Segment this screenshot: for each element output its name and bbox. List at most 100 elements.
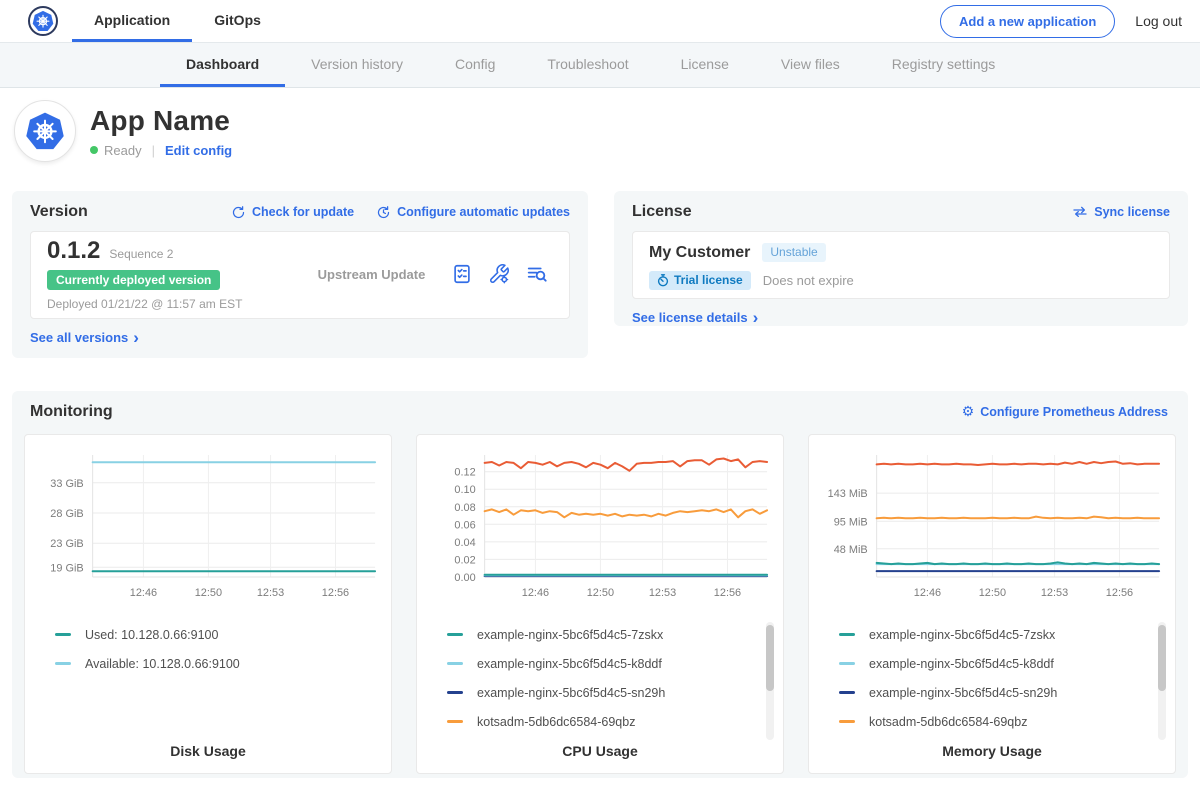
add-application-button[interactable]: Add a new application [940, 5, 1115, 38]
svg-text:28 GiB: 28 GiB [50, 508, 83, 520]
refresh-icon [231, 205, 246, 220]
legend-scrollbar-thumb[interactable] [766, 625, 774, 691]
sync-icon [1072, 205, 1088, 219]
legend-scrollbar-thumb[interactable] [1158, 625, 1166, 691]
svg-text:12:46: 12:46 [914, 587, 941, 599]
legend-series-swatch [55, 633, 71, 636]
legend-item[interactable]: example-nginx-5bc6f5d4c5-7zskx [447, 626, 783, 643]
legend-series-swatch [447, 662, 463, 665]
legend-series-swatch [447, 691, 463, 694]
subnav-tab-config[interactable]: Config [429, 43, 521, 87]
memory-usage-plot: 48 MiB95 MiB143 MiB12:4612:5012:5312:56 [809, 445, 1175, 608]
license-card-title: License [632, 203, 692, 221]
legend-series-label: kotsadm-5db6dc6584-69qbz [869, 715, 1027, 729]
svg-text:0.10: 0.10 [454, 484, 475, 496]
legend-series-label: Available: 10.128.0.66:9100 [85, 657, 240, 671]
legend-series-swatch [839, 662, 855, 665]
chevron-right-icon: › [133, 333, 139, 343]
legend-item[interactable]: kotsadm-5db6dc6584-69qbz [839, 713, 1175, 730]
subnav-tab-version-history[interactable]: Version history [285, 43, 429, 87]
subnav-tab-dashboard[interactable]: Dashboard [160, 43, 285, 87]
topnav-tabs: Application GitOps [72, 0, 283, 42]
check-for-update-link[interactable]: Check for update [231, 205, 354, 220]
legend-series-swatch [839, 720, 855, 723]
configure-prometheus-link[interactable]: ⚙ Configure Prometheus Address [962, 405, 1168, 419]
svg-text:0.12: 0.12 [454, 467, 475, 479]
logout-button[interactable]: Log out [1135, 13, 1182, 29]
topnav-tab-application[interactable]: Application [72, 0, 192, 42]
legend-item[interactable]: example-nginx-5bc6f5d4c5-sn29h [839, 684, 1175, 701]
divider: | [152, 143, 155, 158]
configure-auto-updates-label: Configure automatic updates [397, 205, 570, 219]
edit-config-link[interactable]: Edit config [165, 143, 232, 158]
legend-item[interactable]: example-nginx-5bc6f5d4c5-k8ddf [447, 655, 783, 672]
gear-icon: ⚙ [962, 405, 975, 419]
currently-deployed-badge: Currently deployed version [47, 270, 220, 290]
memory-usage-chart-card: 48 MiB95 MiB143 MiB12:4612:5012:5312:56 … [808, 434, 1176, 774]
disk-usage-legend: Used: 10.128.0.66:9100 Available: 10.128.… [25, 626, 391, 743]
preflight-checks-icon[interactable] [451, 263, 473, 285]
svg-text:0.02: 0.02 [454, 554, 475, 566]
charts-row: 19 GiB23 GiB28 GiB33 GiB12:4612:5012:531… [24, 434, 1176, 774]
version-number: 0.1.2 [47, 237, 100, 265]
app-header: App Name Ready | Edit config [0, 88, 1200, 176]
svg-text:0.00: 0.00 [454, 572, 475, 584]
cpu-usage-chart-card: 0.000.020.040.060.080.100.1212:4612:5012… [416, 434, 784, 774]
legend-series-label: example-nginx-5bc6f5d4c5-7zskx [477, 628, 663, 642]
legend-item[interactable]: example-nginx-5bc6f5d4c5-7zskx [839, 626, 1175, 643]
svg-text:12:53: 12:53 [1041, 587, 1068, 599]
svg-text:12:53: 12:53 [649, 587, 676, 599]
deploy-logs-icon[interactable] [525, 263, 549, 285]
kubernetes-app-icon [25, 111, 65, 151]
chart-title-memory: Memory Usage [809, 743, 1175, 773]
subnav-tab-registry-settings[interactable]: Registry settings [866, 43, 1021, 87]
legend-series-label: example-nginx-5bc6f5d4c5-7zskx [869, 628, 1055, 642]
kubernetes-logo[interactable] [28, 6, 58, 36]
page-title: App Name [90, 105, 232, 137]
subnav-tab-view-files[interactable]: View files [755, 43, 866, 87]
legend-series-label: kotsadm-5db6dc6584-69qbz [477, 715, 635, 729]
see-license-details-link[interactable]: See license details › [632, 310, 758, 325]
status-badge: Ready [104, 143, 142, 158]
legend-series-label: example-nginx-5bc6f5d4c5-sn29h [477, 686, 665, 700]
legend-series-swatch [55, 662, 71, 665]
legend-item[interactable]: example-nginx-5bc6f5d4c5-sn29h [447, 684, 783, 701]
subnav-tab-license[interactable]: License [655, 43, 755, 87]
version-card: Version Check for update Configure au [12, 191, 588, 358]
customer-name: My Customer [649, 244, 750, 262]
svg-text:12:50: 12:50 [195, 587, 222, 599]
monitoring-section: Monitoring ⚙ Configure Prometheus Addres… [12, 391, 1188, 778]
sync-license-link[interactable]: Sync license [1072, 205, 1170, 219]
svg-text:48 MiB: 48 MiB [834, 544, 868, 556]
legend-item[interactable]: Used: 10.128.0.66:9100 [55, 626, 391, 643]
svg-text:12:46: 12:46 [522, 587, 549, 599]
status-ready-dot [90, 146, 98, 154]
legend-series-swatch [839, 691, 855, 694]
svg-text:23 GiB: 23 GiB [50, 538, 83, 550]
configure-auto-updates-link[interactable]: Configure automatic updates [376, 205, 570, 220]
topnav-tab-gitops[interactable]: GitOps [192, 0, 283, 42]
see-all-versions-link[interactable]: See all versions › [30, 330, 139, 345]
svg-text:12:53: 12:53 [257, 587, 284, 599]
config-wrench-icon[interactable] [488, 263, 510, 285]
monitoring-title: Monitoring [30, 403, 113, 421]
check-for-update-label: Check for update [252, 205, 354, 219]
stopwatch-icon [657, 274, 669, 287]
legend-series-swatch [447, 633, 463, 636]
legend-item[interactable]: Available: 10.128.0.66:9100 [55, 655, 391, 672]
cpu-usage-legend: example-nginx-5bc6f5d4c5-7zskx example-ng… [417, 626, 783, 743]
svg-text:0.04: 0.04 [454, 537, 475, 549]
legend-item[interactable]: example-nginx-5bc6f5d4c5-k8ddf [839, 655, 1175, 672]
legend-item[interactable]: kotsadm-5db6dc6584-69qbz [447, 713, 783, 730]
svg-text:12:56: 12:56 [322, 587, 349, 599]
see-license-details-label: See license details [632, 310, 748, 325]
sequence-label: Sequence 2 [109, 247, 173, 261]
chart-title-cpu: CPU Usage [417, 743, 783, 773]
license-expiry-text: Does not expire [763, 273, 854, 288]
channel-badge: Unstable [762, 243, 825, 262]
chevron-right-icon: › [753, 313, 759, 323]
legend-scrollbar [766, 622, 774, 740]
version-source-label: Upstream Update [292, 267, 451, 282]
legend-series-label: Used: 10.128.0.66:9100 [85, 628, 218, 642]
subnav-tab-troubleshoot[interactable]: Troubleshoot [521, 43, 654, 87]
